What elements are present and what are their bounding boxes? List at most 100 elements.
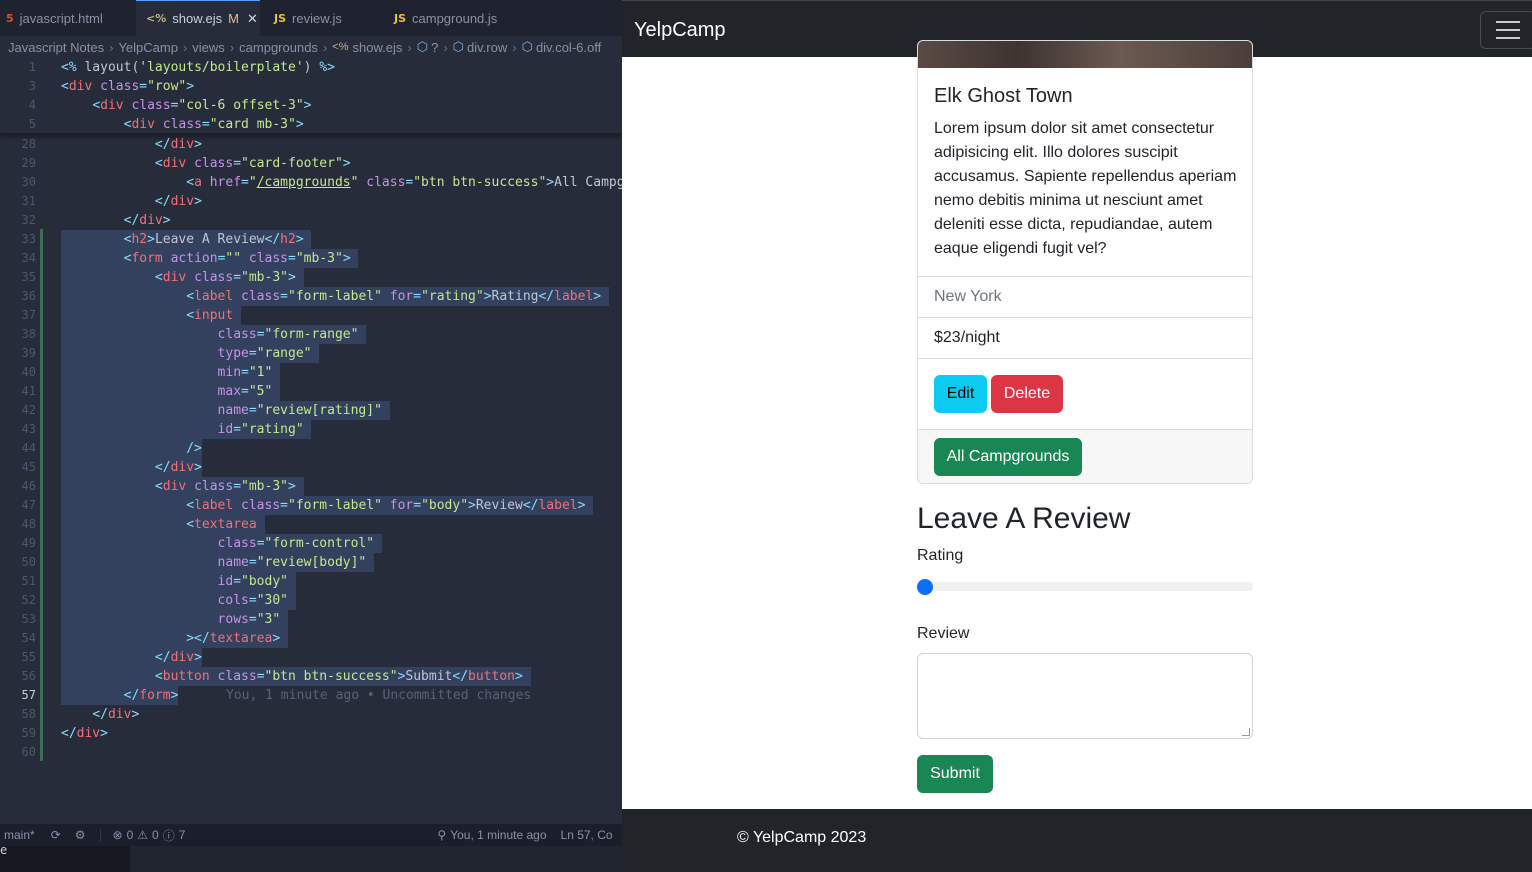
review-textarea[interactable]: [917, 653, 1253, 739]
close-icon[interactable]: ✕: [247, 11, 258, 27]
status-blame[interactable]: You, 1 minute ago: [450, 828, 546, 842]
code-line: 48 <textarea: [0, 515, 622, 534]
location-item: New York: [918, 276, 1252, 317]
navbar-brand[interactable]: YelpCamp: [634, 19, 726, 42]
code-line: 49 class="form-control": [0, 534, 622, 553]
edit-button[interactable]: Edit: [934, 375, 987, 413]
terminal-panel: e: [0, 843, 622, 872]
breadcrumb-item[interactable]: Javascript Notes: [8, 40, 104, 55]
code-line: 28 </div>: [21, 137, 202, 152]
cube-icon: ⬡: [521, 39, 533, 54]
terminal-prompt: e: [0, 843, 8, 857]
breadcrumb-item[interactable]: YelpCamp: [118, 40, 178, 55]
code-line: 36 <label class="form-label" for="rating…: [0, 287, 622, 306]
code-line: 5 <div class="card mb-3">: [28, 117, 304, 132]
code-line: 46 <div class="mb-3">: [0, 477, 622, 496]
code-line: 42 name="review[rating]": [0, 401, 622, 420]
code-line: 53 rows="3": [0, 610, 622, 629]
breadcrumb-item[interactable]: views: [192, 40, 225, 55]
warning-count: 0: [152, 828, 159, 842]
git-blame-inline: You, 1 minute ago • Uncommitted changes: [226, 688, 532, 703]
sticky-scroll: 1 <% layout('layouts/boilerplate') %> 3 <d…: [0, 58, 622, 134]
terminal-tab[interactable]: e: [0, 843, 130, 872]
code-line: 59 </div>: [21, 726, 108, 741]
tab-label: campground.js: [412, 10, 498, 26]
git-branch[interactable]: main*: [4, 828, 35, 842]
cursor-position[interactable]: Ln 57, Co: [561, 828, 613, 842]
code-line: 34 <form action="" class="mb-3">: [0, 249, 622, 268]
page-footer: © YelpCamp 2023: [622, 809, 1532, 872]
navbar-toggler-button[interactable]: [1480, 11, 1532, 49]
tab-label: review.js: [292, 10, 342, 26]
all-campgrounds-button[interactable]: All Campgrounds: [934, 438, 1082, 476]
review-heading: Leave A Review: [917, 502, 1131, 535]
code-line: 3 <div class="row">: [28, 79, 195, 94]
code-line: 4 <div class="col-6 offset-3">: [28, 98, 312, 113]
code-line: 41 max="5": [0, 382, 622, 401]
breadcrumb-item[interactable]: show.ejs: [353, 40, 403, 55]
status-bar: main* ⟳ ⚙ ⊗ 0 ⚠ 0 ⓘ 7 ⚲ You, 1 minute ag…: [0, 824, 622, 846]
cube-icon: ⬡: [416, 39, 429, 54]
js-icon: JS: [274, 11, 287, 25]
code-line: 38 class="form-range": [0, 325, 622, 344]
copyright-text: © YelpCamp 2023: [737, 829, 867, 846]
tab-javascript-html[interactable]: 5 javascript.html: [0, 0, 136, 36]
resize-handle-icon[interactable]: [1242, 728, 1250, 736]
tab-label: show.ejs: [172, 11, 223, 26]
code-line: 30 <a href="/campgrounds" class="btn btn…: [21, 175, 622, 190]
code-editor: 5 javascript.html <% show.ejs M ✕ JS rev…: [0, 0, 622, 872]
delete-button[interactable]: Delete: [991, 375, 1063, 413]
code-line: 39 type="range": [0, 344, 622, 363]
rating-label: Rating: [917, 547, 964, 564]
tab-campground-js[interactable]: JS campground.js: [380, 0, 540, 36]
modified-badge: M: [228, 11, 239, 26]
person-icon[interactable]: ⚙: [75, 828, 86, 842]
code-line: 44 />: [21, 439, 202, 458]
code-line: 37 <input: [0, 306, 622, 325]
breadcrumb: Javascript Notes › YelpCamp › views › campg…: [8, 39, 602, 55]
cube-icon: ⬡: [452, 39, 465, 54]
code-line: 33 <h2>Leave A Review</h2>: [0, 230, 622, 249]
tab-review-js[interactable]: JS review.js: [260, 0, 380, 36]
hamburger-icon: [1496, 21, 1520, 23]
code-line: 35 <div class="mb-3">: [0, 268, 622, 287]
code-line: 51 id="body": [0, 572, 622, 591]
rating-slider[interactable]: [917, 579, 1253, 595]
code-line: 45 </div>: [21, 458, 202, 477]
code-line: 1 <% layout('layouts/boilerplate') %>: [28, 60, 335, 75]
code-line: 54 ></textarea>: [0, 629, 622, 648]
card-description: Lorem ipsum dolor sit amet consectetur a…: [934, 120, 1237, 257]
breadcrumb-item[interactable]: campgrounds: [239, 40, 318, 55]
browser-viewport: YelpCamp Elk Ghost Town Lorem ipsum dolo…: [622, 0, 1532, 872]
review-label: Review: [917, 625, 970, 642]
ejs-icon: <%: [146, 12, 167, 25]
code-line: 47 <label class="form-label" for="body">…: [0, 496, 622, 515]
js-icon: JS: [394, 11, 407, 25]
card-footer: All Campgrounds: [918, 429, 1252, 483]
code-line: 32 </div>: [21, 213, 171, 228]
sync-icon[interactable]: ⟳: [51, 828, 61, 842]
tab-label: javascript.html: [19, 10, 103, 26]
card-title: Elk Ghost Town: [934, 85, 1073, 107]
code-line: 55 </div>: [21, 648, 202, 667]
html5-icon: 5: [6, 11, 14, 25]
code-line: 29 <div class="card-footer">: [21, 156, 351, 171]
error-count: 0: [126, 828, 134, 842]
code-line: 43 id="rating": [0, 420, 622, 439]
code-line: 52 cols="30": [0, 591, 622, 610]
breadcrumb-item[interactable]: div.row: [467, 40, 507, 55]
info-icon: ⓘ: [162, 828, 175, 843]
breadcrumb-item[interactable]: div.col-6.off: [536, 40, 601, 55]
error-icon[interactable]: ⊗: [99, 828, 123, 842]
warning-icon: ⚠: [137, 828, 149, 842]
slider-thumb[interactable]: [917, 579, 933, 595]
campground-card: Elk Ghost Town Lorem ipsum dolor sit ame…: [917, 40, 1253, 484]
price-item: $23/night: [918, 317, 1252, 358]
breadcrumb-item[interactable]: ?: [431, 40, 438, 55]
code-line: 60: [21, 745, 36, 759]
code-line: 56 <button class="btn btn-success">Submi…: [0, 667, 622, 686]
editor-tabs: 5 javascript.html <% show.ejs M ✕ JS rev…: [0, 0, 622, 36]
tab-show-ejs[interactable]: <% show.ejs M ✕: [136, 0, 260, 36]
submit-button[interactable]: Submit: [917, 755, 993, 793]
code-line: 31 </div>: [21, 194, 202, 209]
